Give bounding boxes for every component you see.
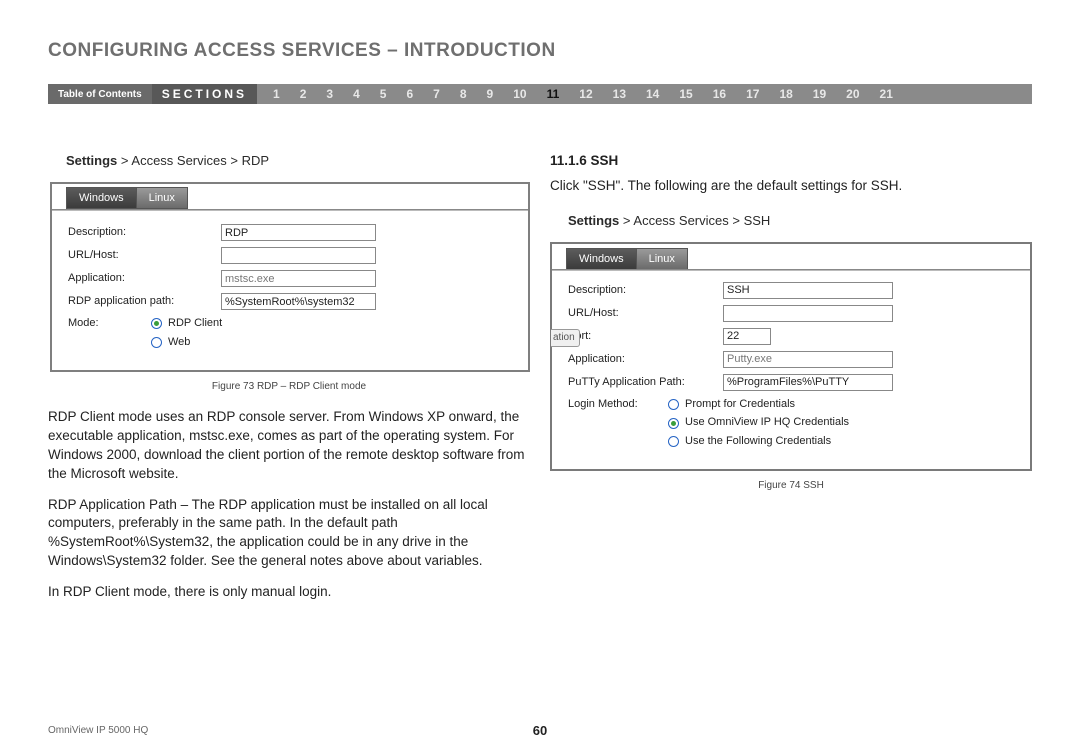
nav-section-20[interactable]: 20 [836,87,869,101]
footer: OmniView IP 5000 HQ 60 [48,725,1032,736]
radio-label-web: Web [168,335,190,350]
right-column: 11.1.6 SSH Click "SSH". The following ar… [550,152,1032,614]
nav-section-5[interactable]: 5 [370,87,397,101]
nav-section-7[interactable]: 7 [423,87,450,101]
tab-linux[interactable]: Linux [137,188,187,208]
section-nav: Table of Contents SECTIONS 1234567891011… [48,84,1032,104]
nav-section-13[interactable]: 13 [603,87,636,101]
breadcrumb-rest: > Access Services > RDP [117,153,269,168]
nav-section-1[interactable]: 1 [263,87,290,101]
os-tabs-ssh: Windows Linux [566,248,688,270]
breadcrumb-rdp: Settings > Access Services > RDP [66,152,530,170]
nav-section-6[interactable]: 6 [396,87,423,101]
footer-product: OmniView IP 5000 HQ [48,725,148,736]
input-ssh-port[interactable] [723,328,771,345]
input-rdp-path[interactable] [221,293,376,310]
nav-section-18[interactable]: 18 [769,87,802,101]
nav-section-14[interactable]: 14 [636,87,669,101]
nav-section-15[interactable]: 15 [669,87,702,101]
nav-section-8[interactable]: 8 [450,87,477,101]
radio-following-cred[interactable] [668,436,679,447]
input-ssh-description[interactable] [723,282,893,299]
nav-section-16[interactable]: 16 [703,87,736,101]
label-login-method: Login Method: [558,397,668,412]
radio-label-following: Use the Following Credentials [685,434,831,449]
para-rdp-1: RDP Client mode uses an RDP console serv… [48,408,526,484]
nav-section-19[interactable]: 19 [803,87,836,101]
label-application: Application: [66,271,221,286]
radio-rdp-client[interactable] [151,318,162,329]
label-ssh-description: Description: [558,283,723,298]
nav-section-2[interactable]: 2 [290,87,317,101]
para-rdp-3: In RDP Client mode, there is only manual… [48,583,526,602]
breadcrumb-settings-ssh: Settings [568,213,619,228]
left-column: Settings > Access Services > RDP Windows… [48,152,530,614]
nav-section-9[interactable]: 9 [477,87,504,101]
input-putty-path[interactable] [723,374,893,391]
radio-label-rdp-client: RDP Client [168,316,222,331]
os-tabs: Windows Linux [66,187,188,209]
ssh-intro: Click "SSH". The following are the defau… [550,177,1032,196]
rdp-panel: Windows Linux Description: URL/Host: App… [50,182,530,372]
page-title: CONFIGURING ACCESS SERVICES – INTRODUCTI… [48,40,1032,62]
nav-section-21[interactable]: 21 [870,87,903,101]
input-urlhost[interactable] [221,247,376,264]
tab-linux-ssh[interactable]: Linux [637,249,687,269]
nav-section-12[interactable]: 12 [569,87,602,101]
nav-section-4[interactable]: 4 [343,87,370,101]
input-ssh-urlhost[interactable] [723,305,893,322]
radio-web[interactable] [151,337,162,348]
tab-fragment: ation [551,329,580,347]
label-rdp-path: RDP application path: [66,294,221,309]
breadcrumb-settings: Settings [66,153,117,168]
nav-section-10[interactable]: 10 [503,87,536,101]
nav-section-11[interactable]: 11 [537,87,570,101]
label-ssh-application: Application: [558,352,723,367]
label-description: Description: [66,225,221,240]
toc-link[interactable]: Table of Contents [48,84,152,104]
label-ssh-port: Port: [558,329,723,344]
input-ssh-application[interactable] [723,351,893,368]
nav-section-17[interactable]: 17 [736,87,769,101]
label-putty-path: PuTTy Application Path: [558,375,723,390]
label-urlhost: URL/Host: [66,248,221,263]
nav-section-3[interactable]: 3 [316,87,343,101]
label-ssh-urlhost: URL/Host: [558,306,723,321]
sections-label: SECTIONS [152,84,257,104]
label-mode: Mode: [66,316,151,331]
figure-caption-74: Figure 74 SSH [550,479,1032,493]
tab-windows[interactable]: Windows [67,188,137,208]
input-description[interactable] [221,224,376,241]
radio-omniview-cred[interactable] [668,418,679,429]
para-rdp-2: RDP Application Path – The RDP applicati… [48,496,526,572]
input-application[interactable] [221,270,376,287]
breadcrumb-rest-ssh: > Access Services > SSH [619,213,770,228]
tab-windows-ssh[interactable]: Windows [567,249,637,269]
ssh-heading: 11.1.6 SSH [550,152,1032,171]
footer-page-number: 60 [533,723,547,738]
radio-prompt-cred[interactable] [668,399,679,410]
figure-caption-73: Figure 73 RDP – RDP Client mode [48,380,530,394]
radio-label-prompt: Prompt for Credentials [685,397,795,412]
breadcrumb-ssh: Settings > Access Services > SSH [568,212,1032,230]
ssh-panel: Windows Linux ation Description: URL/Hos… [550,242,1032,471]
radio-label-omniview: Use OmniView IP HQ Credentials [685,415,849,430]
